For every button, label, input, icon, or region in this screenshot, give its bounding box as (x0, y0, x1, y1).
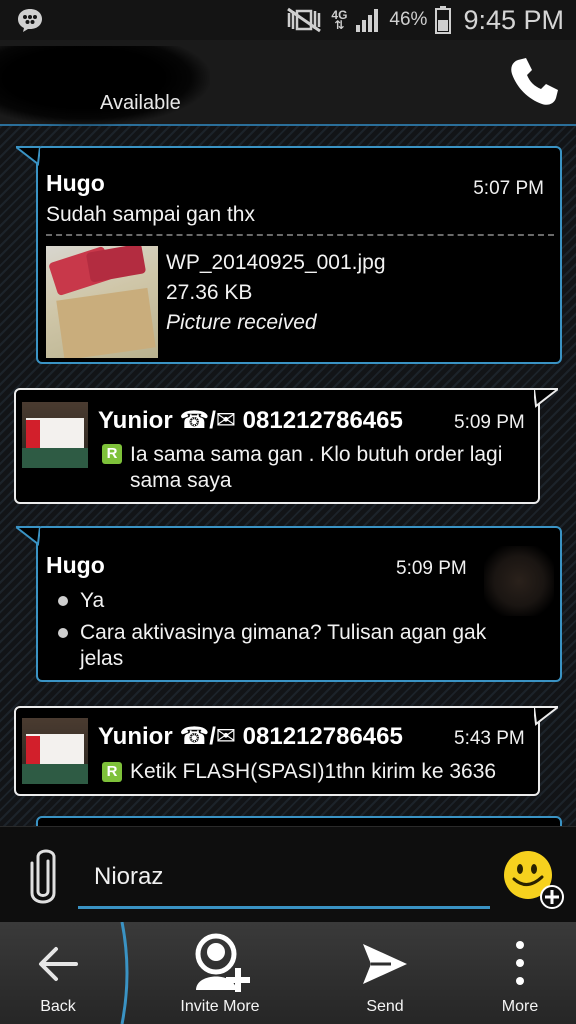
sender-avatar (22, 402, 88, 468)
sender-avatar (22, 718, 88, 784)
signal-strength-icon (356, 9, 379, 32)
network-type-indicator: 4G ⇅ (331, 9, 347, 31)
bullet-icon (58, 628, 68, 638)
back-arrow-icon (39, 947, 78, 981)
message-text-line: sama saya (130, 469, 232, 492)
message-time: 5:09 PM (454, 412, 525, 433)
message-text-line: Cara aktivasinya gimana? Tulisan agan ga… (80, 621, 487, 644)
message-sender: Yunior ☎/✉ 081212786465 (98, 407, 403, 434)
message-text: Ketik FLASH(SPASI)1thn kirim ke 3636 (130, 760, 497, 783)
message-text-line: Ia sama sama gan . Klo butuh order lagi (130, 443, 503, 466)
message-text-line: jelas (80, 647, 124, 670)
battery-percent: 46% (389, 9, 428, 30)
overflow-menu-icon (516, 941, 524, 985)
status-bar: 4G ⇅ 46% 9:45 PM (0, 0, 576, 40)
read-status-badge: R (102, 444, 122, 464)
attachment-status: Picture received (166, 311, 317, 334)
emoticon-add-icon[interactable] (500, 847, 564, 911)
bubble-tail (16, 146, 40, 166)
message-input[interactable]: Nioraz (78, 853, 490, 909)
message-list[interactable]: Hugo 5:07 PM Sudah sampai gan thx WP_201… (0, 126, 576, 826)
message-sender: Hugo (46, 170, 105, 196)
read-status-badge: R (102, 762, 122, 782)
back-label: Back (40, 998, 76, 1015)
invite-more-label: Invite More (180, 998, 260, 1015)
invite-contact-icon (195, 933, 250, 992)
bottom-action-bar: Back Invite More Send More (0, 922, 576, 1024)
more-button[interactable]: More (470, 922, 570, 1024)
received-message-bubble[interactable]: Hugo 5:07 PM Sudah sampai gan thx WP_201… (36, 146, 562, 364)
bullet-icon (58, 596, 68, 606)
message-time: 5:07 PM (473, 178, 544, 199)
sent-message-bubble[interactable]: Yunior ☎/✉ 081212786465 5:09 PM R Ia sam… (14, 388, 540, 504)
phone-call-icon[interactable] (506, 54, 562, 110)
sent-message-bubble[interactable]: Yunior ☎/✉ 081212786465 5:43 PM R Ketik … (14, 706, 540, 796)
bubble-tail (534, 388, 558, 408)
chat-header: Available (0, 40, 576, 126)
attachment-size: 27.36 KB (166, 281, 253, 304)
attachment-filename[interactable]: WP_20140925_001.jpg (166, 250, 386, 276)
received-message-bubble[interactable] (36, 816, 562, 826)
send-label: Send (366, 998, 404, 1015)
back-button[interactable]: Back (0, 922, 116, 1024)
message-time: 5:43 PM (454, 728, 525, 749)
send-button[interactable]: Send (330, 922, 440, 1024)
picture-thumbnail[interactable] (46, 246, 158, 358)
invite-more-button[interactable]: Invite More (150, 922, 290, 1024)
message-sender: Hugo (46, 552, 105, 578)
send-arrow-icon (363, 944, 407, 984)
message-sender: Yunior ☎/✉ 081212786465 (98, 723, 403, 750)
message-divider (46, 234, 554, 236)
mute-vibrate-icon (287, 7, 322, 33)
redacted-avatar (484, 546, 554, 616)
message-text: Sudah sampai gan thx (46, 203, 255, 226)
battery-icon (435, 6, 452, 34)
received-message-bubble[interactable]: Hugo 5:09 PM Ya Cara aktivasinya gimana?… (36, 526, 562, 682)
bubble-tail (534, 706, 558, 726)
composer-bar: Nioraz (0, 826, 576, 922)
paperclip-icon[interactable] (26, 847, 60, 907)
contact-status: Available (100, 92, 181, 114)
message-time: 5:09 PM (396, 558, 467, 579)
bubble-tail (16, 526, 40, 546)
status-time: 9:45 PM (463, 4, 564, 35)
back-separator (120, 922, 129, 1024)
more-label: More (501, 998, 539, 1015)
bbm-notification-icon (18, 9, 42, 32)
message-text-line: Ya (80, 589, 105, 612)
